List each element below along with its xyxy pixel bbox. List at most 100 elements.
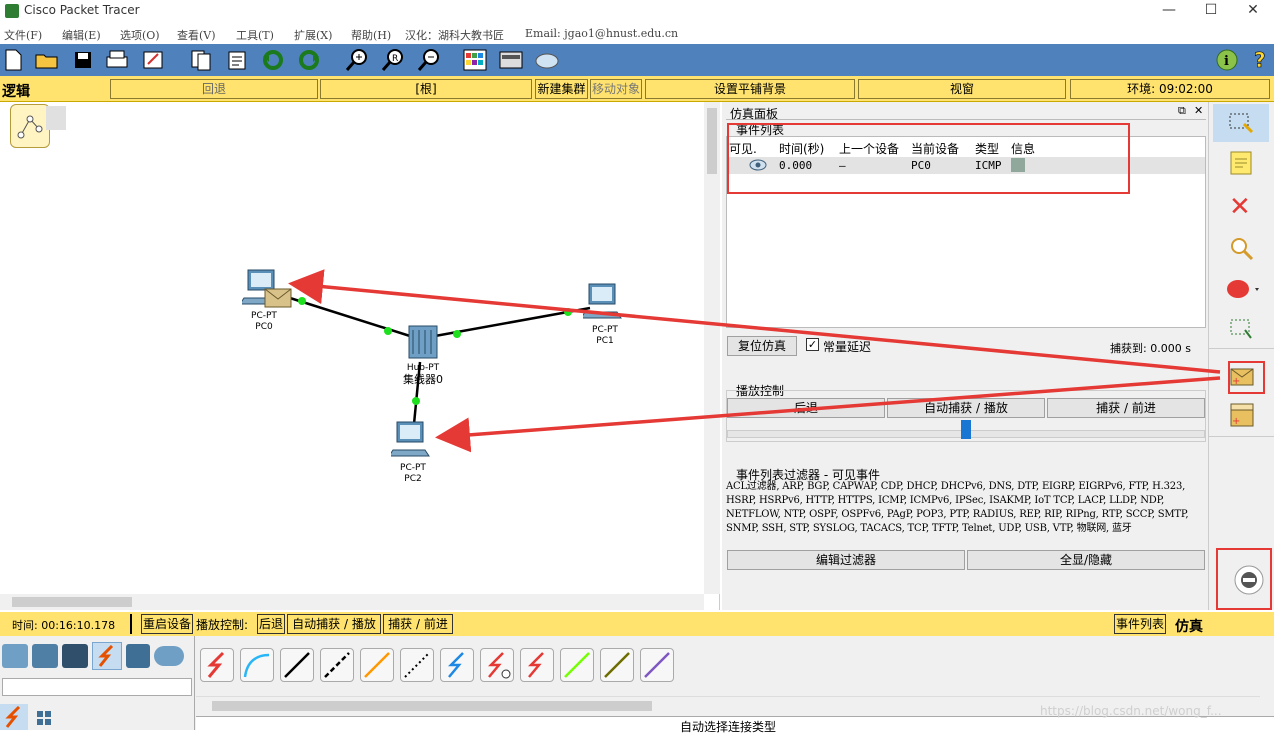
- save-icon[interactable]: [70, 48, 96, 72]
- network-links: [289, 296, 591, 425]
- serial-dce-icon[interactable]: [480, 648, 514, 682]
- menu-help[interactable]: 帮助(H): [351, 27, 391, 43]
- copper-straight-icon[interactable]: [280, 648, 314, 682]
- logical-workspace[interactable]: PC-PT PC0 PC-PT PC1 Hub-PT 集线器0 PC-PT PC…: [0, 102, 720, 610]
- hub-icon: [408, 325, 438, 359]
- annotation-box: [1216, 548, 1272, 610]
- help-icon[interactable]: ?: [1248, 48, 1274, 72]
- pc1-name: PC1: [596, 336, 614, 346]
- undock-icon[interactable]: ⧉: [1178, 104, 1186, 118]
- panel-close-icon[interactable]: ✕: [1194, 104, 1203, 117]
- grid-subcategory-icon[interactable]: [36, 710, 52, 726]
- environment-button[interactable]: 环境: 09:02:00: [1070, 79, 1270, 99]
- device-search-box[interactable]: [2, 678, 192, 696]
- annotation-box: [727, 123, 1130, 194]
- usb-cable-icon[interactable]: [640, 648, 674, 682]
- step-back-button[interactable]: 后退: [727, 398, 885, 418]
- hub-device[interactable]: Hub-PT 集线器0: [398, 324, 448, 386]
- menu-tools[interactable]: 工具(T): [236, 27, 274, 43]
- custom-device-icon[interactable]: [498, 48, 524, 72]
- switches-category-icon[interactable]: [32, 644, 58, 668]
- draw-ellipse-icon[interactable]: [1225, 278, 1261, 303]
- status-capture-button[interactable]: 捕获 / 前进: [383, 614, 453, 634]
- reset-simulation-button[interactable]: 复位仿真: [727, 336, 797, 356]
- phone-cable-icon[interactable]: [400, 648, 434, 682]
- power-cycle-button[interactable]: 重启设备: [141, 614, 193, 634]
- menu-file[interactable]: 文件(F): [4, 27, 42, 43]
- connection-type-label: 自动选择连接类型: [680, 720, 777, 734]
- edit-filter-button[interactable]: 编辑过滤器: [727, 550, 965, 570]
- pdu-envelope-icon[interactable]: [264, 288, 292, 308]
- pc1-type: PC-PT: [592, 325, 618, 335]
- filter-list-text: ACL过滤器, ARP, BGP, CAPWAP, CDP, DHCP, DHC…: [726, 481, 1189, 534]
- status-auto-button[interactable]: 自动捕获 / 播放: [287, 614, 381, 634]
- info-icon[interactable]: i: [1214, 48, 1240, 72]
- zoom-in-icon[interactable]: [344, 48, 370, 72]
- viewport-button[interactable]: 视窗: [858, 79, 1066, 99]
- slider-thumb[interactable]: [961, 420, 971, 439]
- workspace-horizontal-scrollbar[interactable]: [0, 594, 704, 610]
- open-folder-icon[interactable]: [34, 48, 60, 72]
- menu-view[interactable]: 查看(V): [177, 27, 216, 43]
- svg-text:+: +: [1232, 416, 1240, 427]
- move-object-button[interactable]: 移动对象: [590, 79, 642, 99]
- workspace-vertical-scrollbar[interactable]: [704, 102, 720, 594]
- minimize-button[interactable]: —: [1146, 0, 1192, 22]
- maximize-button[interactable]: ☐: [1188, 0, 1234, 22]
- fiber-icon[interactable]: [360, 648, 394, 682]
- new-file-icon[interactable]: [0, 48, 26, 72]
- svg-text:R: R: [392, 54, 398, 64]
- capture-forward-button[interactable]: 捕获 / 前进: [1047, 398, 1205, 418]
- event-list-button[interactable]: 事件列表: [1114, 614, 1166, 634]
- show-hide-button[interactable]: 全显/隐藏: [967, 550, 1205, 570]
- hub-name: 集线器0: [403, 373, 443, 386]
- activity-wizard-icon[interactable]: [140, 48, 166, 72]
- inspect-icon[interactable]: [1229, 236, 1255, 265]
- back-button[interactable]: 回退: [110, 79, 318, 99]
- menu-edit[interactable]: 编辑(E): [62, 27, 101, 43]
- coaxial-icon[interactable]: [440, 648, 474, 682]
- palette-icon[interactable]: [462, 48, 488, 72]
- pc0-name: PC0: [255, 322, 273, 332]
- window-title: Cisco Packet Tracer: [24, 3, 140, 17]
- delete-icon[interactable]: ✕: [1229, 192, 1251, 222]
- redo-icon[interactable]: [296, 48, 322, 72]
- paste-icon[interactable]: [224, 48, 250, 72]
- print-icon[interactable]: [104, 48, 130, 72]
- watermark: https://blog.csdn.net/wong_f...: [1040, 704, 1222, 718]
- lightning-subcategory-icon[interactable]: [0, 704, 28, 730]
- network-cloud-icon[interactable]: [534, 48, 560, 72]
- end-devices-category-icon[interactable]: [126, 644, 150, 668]
- select-icon[interactable]: [1213, 104, 1269, 142]
- copy-icon[interactable]: [188, 48, 214, 72]
- octal-cable-icon[interactable]: [560, 648, 594, 682]
- resize-shape-icon[interactable]: [1229, 318, 1255, 345]
- hubs-category-icon[interactable]: [62, 644, 88, 668]
- close-button[interactable]: ✕: [1230, 0, 1274, 22]
- note-icon[interactable]: [1229, 150, 1253, 179]
- serial-dte-icon[interactable]: [520, 648, 554, 682]
- auto-capture-play-button[interactable]: 自动捕获 / 播放: [887, 398, 1045, 418]
- status-back-button[interactable]: 后退: [257, 614, 285, 634]
- console-cable-icon[interactable]: [240, 648, 274, 682]
- root-button[interactable]: [根]: [320, 79, 532, 99]
- add-complex-pdu-icon[interactable]: +: [1229, 402, 1255, 431]
- pc2-device[interactable]: PC-PT PC2: [388, 420, 435, 484]
- zoom-reset-icon[interactable]: R: [380, 48, 406, 72]
- set-tiled-background-button[interactable]: 设置平铺背景: [645, 79, 855, 99]
- menu-options[interactable]: 选项(O): [120, 27, 160, 43]
- play-control-label: 播放控制:: [196, 618, 249, 632]
- copper-cross-icon[interactable]: [320, 648, 354, 682]
- connections-category-icon[interactable]: [92, 642, 122, 670]
- auto-connection-icon[interactable]: [200, 648, 234, 682]
- wan-cloud-category-icon[interactable]: [154, 646, 184, 666]
- iot-custom-cable-icon[interactable]: [600, 648, 634, 682]
- menu-extensions[interactable]: 扩展(X): [294, 27, 332, 43]
- new-cluster-button[interactable]: 新建集群: [535, 79, 588, 99]
- pc1-device[interactable]: PC-PT PC1: [580, 282, 627, 346]
- routers-category-icon[interactable]: [2, 644, 28, 668]
- undo-icon[interactable]: [260, 48, 286, 72]
- zoom-out-icon[interactable]: [416, 48, 442, 72]
- pc-icon: [580, 283, 622, 319]
- constant-delay-checkbox[interactable]: ✓: [806, 338, 819, 351]
